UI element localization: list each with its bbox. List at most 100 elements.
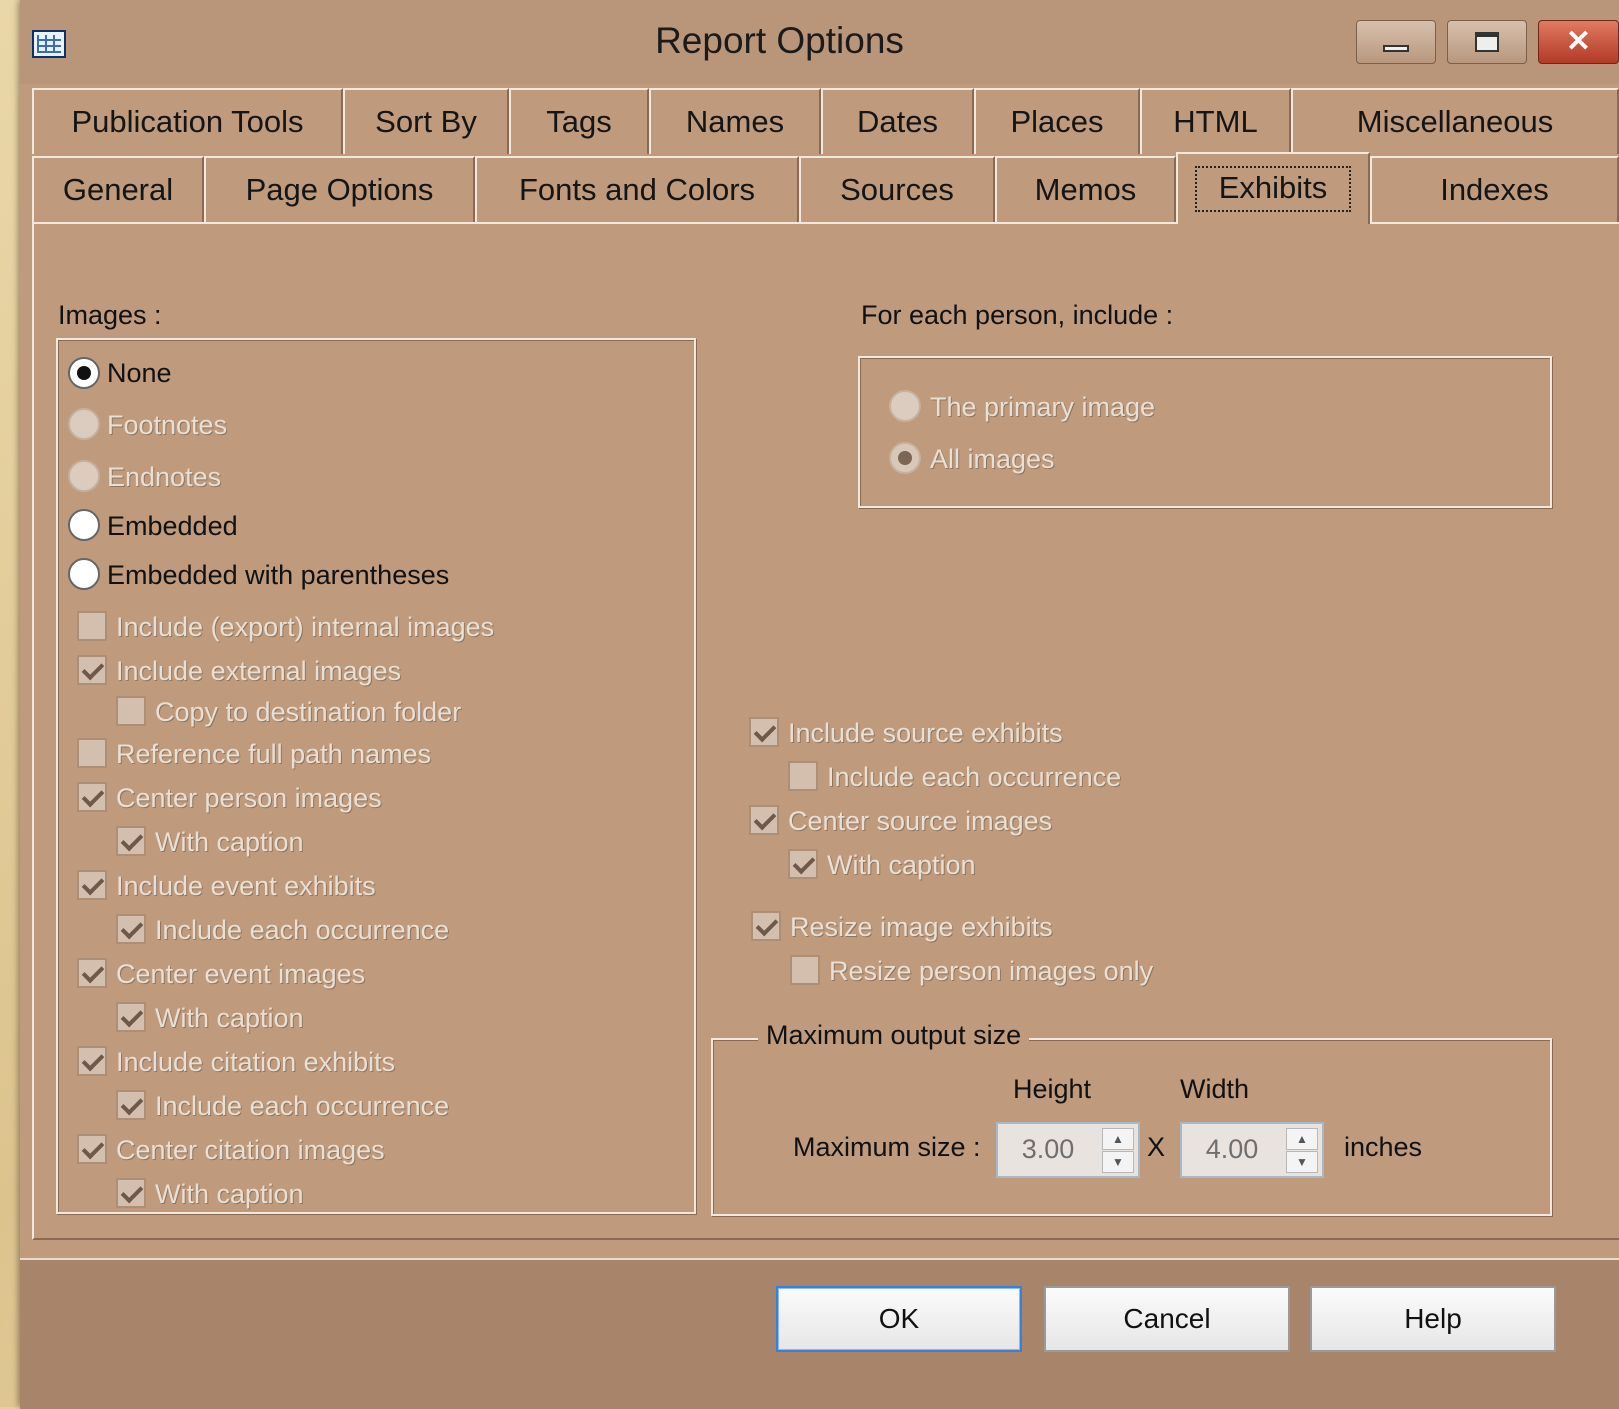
minimize-button[interactable]: [1356, 20, 1436, 64]
checkbox-label: Include each occurrence: [155, 915, 450, 945]
checkbox-label: With caption: [155, 1003, 304, 1033]
tab-label: Publication Tools: [71, 104, 304, 139]
checkbox-center-event-images[interactable]: [77, 958, 107, 988]
tab-indexes[interactable]: Indexes: [1370, 156, 1619, 222]
radio-embedded-label: Embedded: [107, 511, 238, 541]
max-size-label: Maximum size :: [793, 1132, 981, 1162]
radio-endnotes[interactable]: [68, 460, 100, 492]
width-label: Width: [1180, 1074, 1250, 1104]
times-label: X: [1147, 1132, 1166, 1162]
checkbox-include-external-images[interactable]: [77, 655, 107, 685]
radio-primary-image-label: The primary image: [930, 392, 1156, 422]
tab-sources[interactable]: Sources: [799, 156, 995, 222]
tab-label: Sort By: [375, 104, 477, 139]
tab-names[interactable]: Names: [649, 88, 821, 154]
checkbox-label: Center person images: [116, 783, 382, 813]
max-output-title: Maximum output size: [758, 1020, 1030, 1051]
tab-html[interactable]: HTML: [1140, 88, 1291, 154]
cancel-button[interactable]: Cancel: [1044, 1286, 1290, 1352]
close-icon: ✕: [1565, 25, 1592, 58]
radio-embedded-with-parentheses[interactable]: [68, 558, 100, 590]
radio-all-images-label: All images: [930, 444, 1055, 474]
checkbox-event-with-caption[interactable]: [116, 1002, 146, 1032]
radio-embedded-with-parentheses-label: Embedded with parentheses: [107, 560, 450, 590]
checkbox-label: Include each occurrence: [827, 762, 1122, 792]
tab-label: Page Options: [245, 172, 434, 207]
tab-label: General: [62, 172, 174, 207]
tab-tags[interactable]: Tags: [509, 88, 649, 154]
checkbox-label: With caption: [155, 1179, 304, 1209]
tab-label: Memos: [1034, 172, 1137, 207]
report-options-dialog: Report Options ✕ Publication Tools Sort …: [20, 0, 1619, 1409]
close-button[interactable]: ✕: [1538, 20, 1619, 64]
spin-up-icon[interactable]: ▲: [1102, 1128, 1134, 1150]
title-bar[interactable]: Report Options ✕: [20, 0, 1619, 84]
tab-publication-tools[interactable]: Publication Tools: [32, 88, 343, 154]
tab-memos[interactable]: Memos: [995, 156, 1176, 222]
tab-label: HTML: [1173, 104, 1258, 139]
maximize-button[interactable]: [1447, 20, 1527, 64]
checkbox-include-internal-images[interactable]: [77, 611, 107, 641]
tab-fonts-and-colors[interactable]: Fonts and Colors: [475, 156, 799, 222]
tab-places[interactable]: Places: [974, 88, 1140, 154]
height-spinner[interactable]: 3.00 ▲ ▼: [996, 1122, 1140, 1178]
width-spinner[interactable]: 4.00 ▲ ▼: [1180, 1122, 1324, 1178]
width-spinner-arrows: ▲ ▼: [1286, 1128, 1318, 1173]
checkbox-label: Copy to destination folder: [155, 697, 462, 727]
radio-footnotes-label: Footnotes: [107, 410, 228, 440]
tab-label: Dates: [857, 104, 938, 139]
checkbox-citation-with-caption[interactable]: [116, 1178, 146, 1208]
checkbox-citation-include-each-occurrence[interactable]: [116, 1090, 146, 1120]
checkbox-label: Include event exhibits: [116, 871, 376, 901]
radio-all-images[interactable]: [889, 442, 921, 474]
person-include-group: [858, 356, 1552, 508]
checkbox-reference-full-path-names[interactable]: [77, 738, 107, 768]
checkbox-label: Resize person images only: [829, 956, 1154, 986]
help-button[interactable]: Help: [1310, 1286, 1556, 1352]
radio-primary-image[interactable]: [889, 390, 921, 422]
checkbox-person-with-caption[interactable]: [116, 826, 146, 856]
spin-down-icon[interactable]: ▼: [1102, 1151, 1134, 1173]
tab-miscellaneous[interactable]: Miscellaneous: [1291, 88, 1619, 154]
checkbox-label: Include citation exhibits: [116, 1047, 396, 1077]
tab-label: Tags: [546, 104, 612, 139]
tab-label: Names: [685, 104, 785, 139]
width-value: 4.00: [1205, 1134, 1259, 1164]
checkbox-label: Center source images: [788, 806, 1053, 836]
checkbox-include-event-exhibits[interactable]: [77, 870, 107, 900]
radio-none-label: None: [107, 358, 172, 388]
checkbox-include-source-exhibits[interactable]: [749, 717, 779, 747]
ok-button[interactable]: OK: [776, 1286, 1022, 1352]
tab-dates[interactable]: Dates: [821, 88, 974, 154]
maximize-icon: [1475, 32, 1499, 52]
window-title: Report Options: [655, 20, 904, 61]
radio-footnotes[interactable]: [68, 408, 100, 440]
checkbox-center-person-images[interactable]: [77, 782, 107, 812]
checkbox-center-citation-images[interactable]: [77, 1134, 107, 1164]
tab-sort-by[interactable]: Sort By: [343, 88, 509, 154]
unit-label: inches: [1344, 1132, 1423, 1162]
checkbox-label: Center event images: [116, 959, 366, 989]
checkbox-resize-image-exhibits[interactable]: [751, 911, 781, 941]
tab-general[interactable]: General: [32, 156, 204, 222]
checkbox-label: Resize image exhibits: [790, 912, 1053, 942]
tab-page-options[interactable]: Page Options: [204, 156, 475, 222]
checkbox-copy-to-destination-folder[interactable]: [116, 696, 146, 726]
spin-up-icon[interactable]: ▲: [1286, 1128, 1318, 1150]
checkbox-source-include-each-occurrence[interactable]: [788, 761, 818, 791]
checkbox-event-include-each-occurrence[interactable]: [116, 914, 146, 944]
checkbox-center-source-images[interactable]: [749, 805, 779, 835]
radio-embedded[interactable]: [68, 509, 100, 541]
spin-down-icon[interactable]: ▼: [1286, 1151, 1318, 1173]
radio-endnotes-label: Endnotes: [107, 462, 222, 492]
checkbox-include-citation-exhibits[interactable]: [77, 1046, 107, 1076]
tab-exhibits[interactable]: Exhibits: [1176, 152, 1370, 224]
radio-none[interactable]: [68, 357, 100, 389]
height-label: Height: [1013, 1074, 1092, 1104]
tab-label: Places: [1010, 104, 1104, 139]
checkbox-label: Include each occurrence: [155, 1091, 450, 1121]
checkbox-source-with-caption[interactable]: [788, 849, 818, 879]
checkbox-label: Include external images: [116, 656, 402, 686]
checkbox-resize-person-images-only[interactable]: [790, 955, 820, 985]
person-include-label: For each person, include :: [861, 300, 1174, 330]
